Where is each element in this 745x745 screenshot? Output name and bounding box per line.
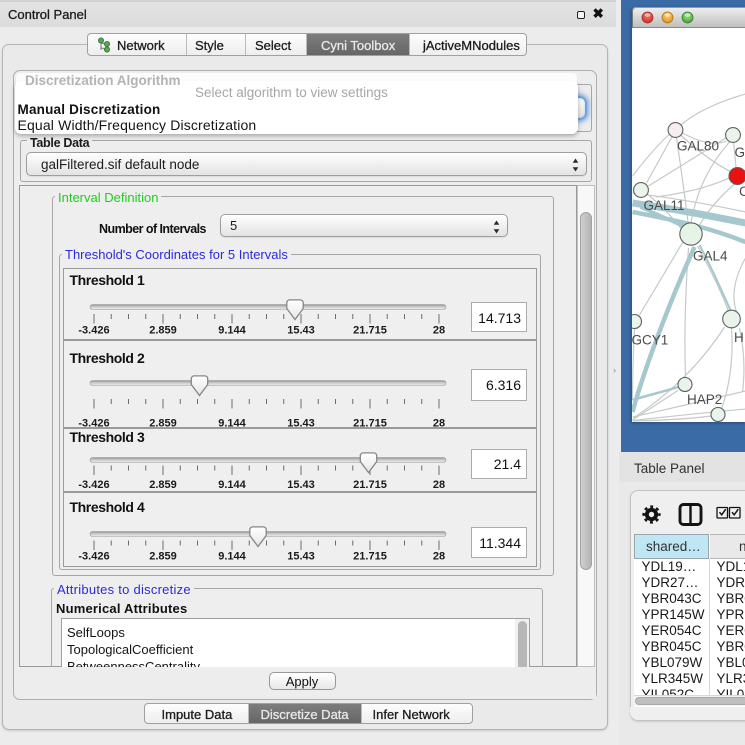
svg-text:GAL4: GAL4 [693,249,728,264]
svg-text:28: 28 [433,324,445,336]
svg-text:15.43: 15.43 [287,550,315,562]
svg-text:2.859: 2.859 [149,479,177,491]
svg-text:21.715: 21.715 [353,417,387,429]
svg-text:GAL80: GAL80 [677,139,719,154]
svg-text:GCY1: GCY1 [632,333,668,348]
svg-text:15.43: 15.43 [287,324,315,336]
svg-text:28: 28 [433,479,445,491]
svg-text:-3.426: -3.426 [78,550,109,562]
svg-text:GAL: GAL [734,145,745,160]
svg-text:21.715: 21.715 [353,324,387,336]
svg-text:21.715: 21.715 [353,550,387,562]
svg-text:2.859: 2.859 [149,550,177,562]
svg-text:9.144: 9.144 [218,324,246,336]
svg-text:GAL11: GAL11 [643,198,684,213]
svg-text:9.144: 9.144 [218,550,246,562]
svg-text:21.715: 21.715 [353,479,387,491]
svg-text:-3.426: -3.426 [78,479,109,491]
svg-text:28: 28 [433,417,445,429]
svg-text:15.43: 15.43 [287,417,315,429]
svg-text:9.144: 9.144 [218,479,246,491]
svg-text:C: C [739,184,745,199]
svg-text:28: 28 [433,550,445,562]
svg-text:HAP2: HAP2 [687,392,722,407]
svg-text:HI: HI [734,330,745,345]
svg-text:2.859: 2.859 [149,324,177,336]
svg-text:15.43: 15.43 [287,479,315,491]
svg-text:9.144: 9.144 [218,417,246,429]
svg-text:-3.426: -3.426 [78,324,109,336]
svg-text:2.859: 2.859 [149,417,177,429]
svg-text:-3.426: -3.426 [78,417,109,429]
